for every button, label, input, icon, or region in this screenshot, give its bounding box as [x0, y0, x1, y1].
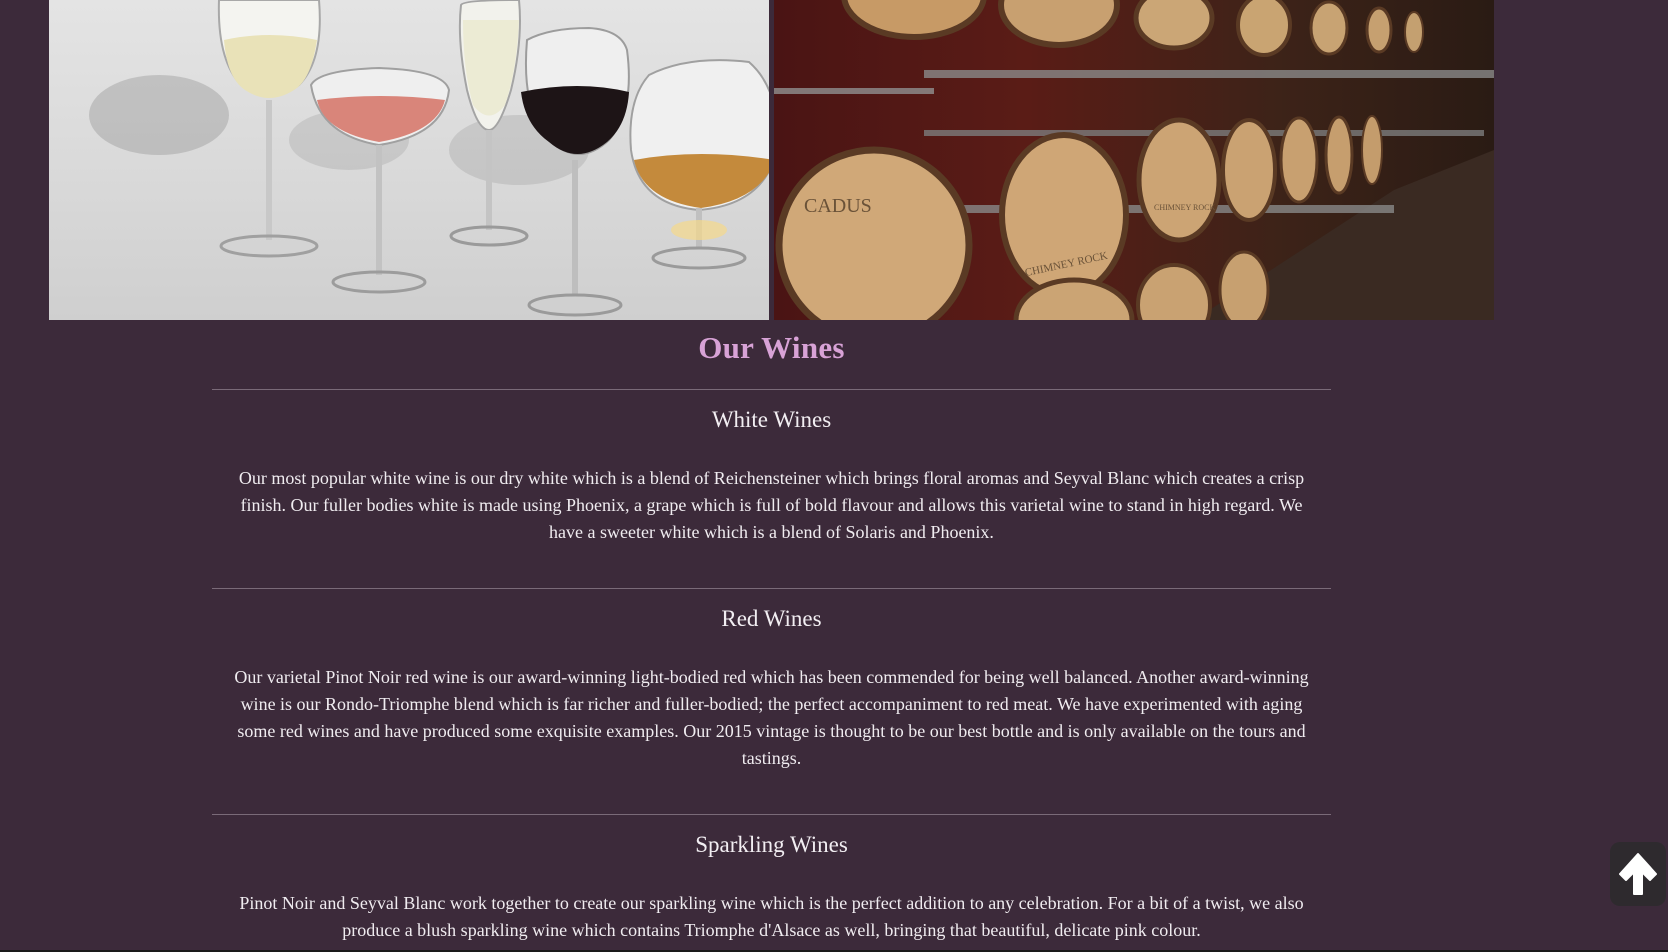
wine-barrels-photo: CADUS CHIMNEY ROCK CHIMNEY ROCK [774, 0, 1494, 320]
page-title: Our Wines [698, 330, 845, 365]
arrow-up-icon [1619, 853, 1657, 895]
sparkling-wines-heading: Sparkling Wines [695, 832, 848, 857]
page: CADUS CHIMNEY ROCK CHIMNEY ROCK Our Wine… [0, 0, 1668, 952]
red-wines-description: Our varietal Pinot Noir red wine is our … [234, 667, 1309, 768]
hero-images: CADUS CHIMNEY ROCK CHIMNEY ROCK [49, 0, 1495, 320]
section-divider [212, 389, 1331, 390]
barrel-label-chimney-rock-2: CHIMNEY ROCK [1154, 203, 1215, 212]
back-to-top-button[interactable] [1610, 842, 1666, 906]
red-wines-heading: Red Wines [721, 606, 822, 631]
wine-glasses-photo [49, 0, 769, 320]
white-wines-heading: White Wines [711, 407, 832, 432]
sparkling-wines-description: Pinot Noir and Seyval Blanc work togethe… [239, 893, 1304, 940]
section-divider [212, 588, 1331, 589]
white-wines-description: Our most popular white wine is our dry w… [238, 468, 1305, 542]
barrel-label-cadus: CADUS [804, 195, 872, 217]
section-divider [212, 814, 1331, 815]
